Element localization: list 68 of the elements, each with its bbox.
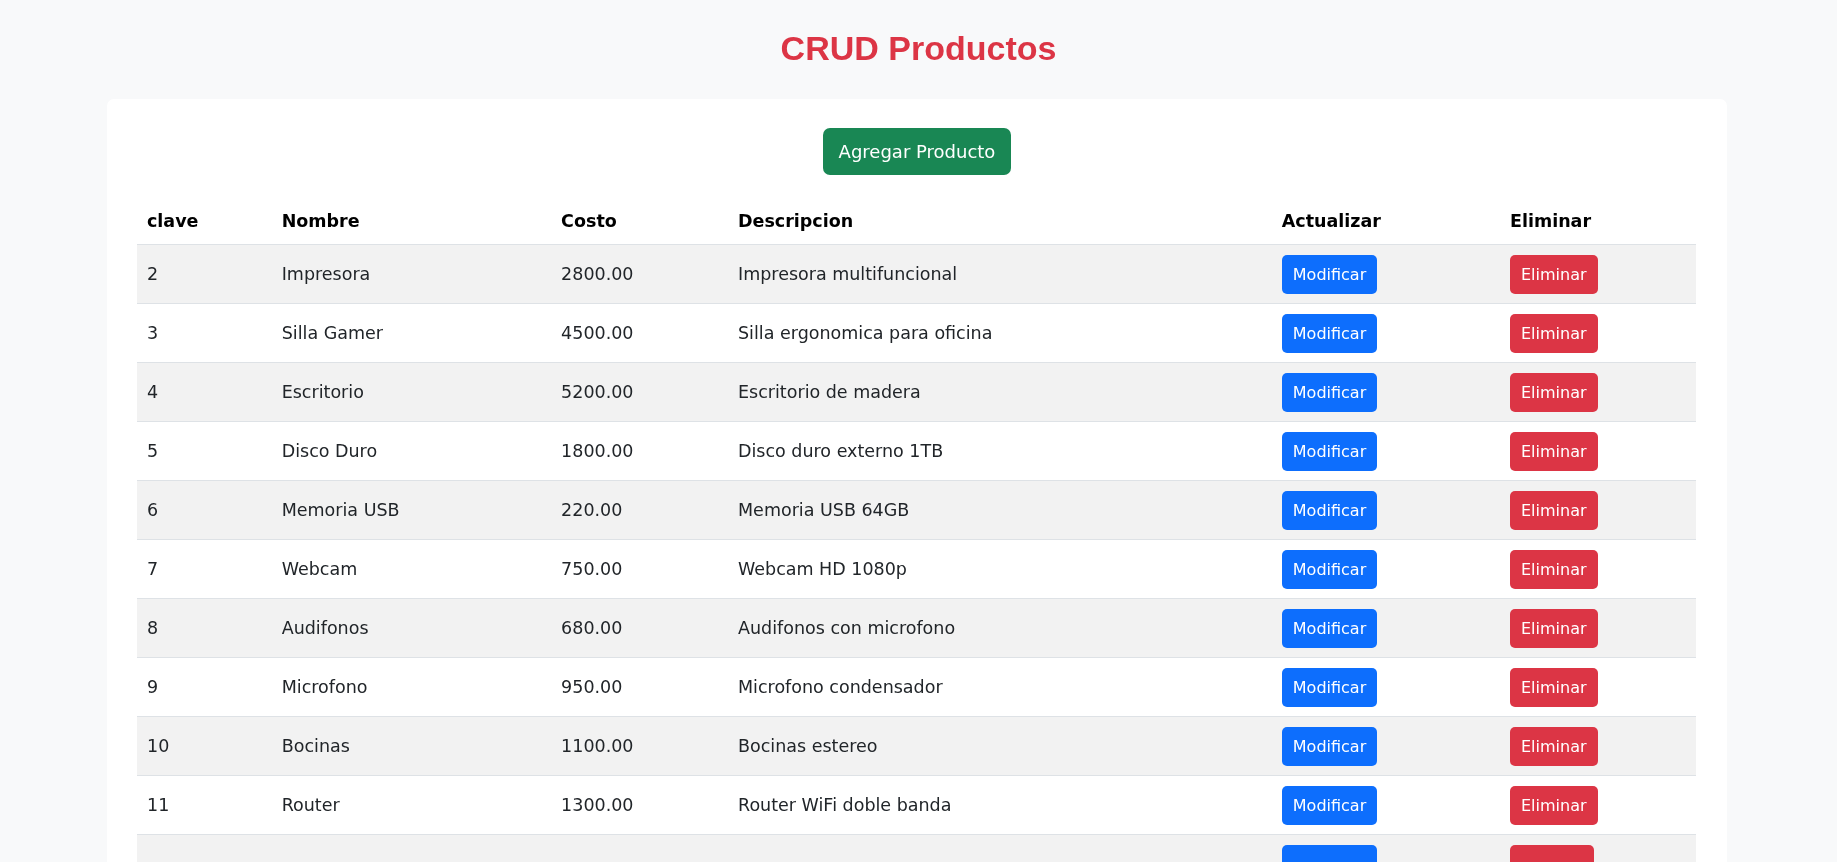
table-cell: Escritorio de madera [728,362,1272,422]
modify-button[interactable]: Modificar [1281,431,1378,471]
table-cell: 4 [137,362,272,422]
table-cell: Router WiFi doble banda [728,775,1272,835]
table-cell: Silla Gamer [271,303,552,363]
table-cell: Impresora [271,244,552,304]
column-header: Nombre [271,197,552,245]
table-cell: Impresora multifuncional [728,244,1272,304]
table-cell: Webcam [271,539,552,599]
table-cell: 220.00 [551,480,728,540]
modify-button[interactable]: Modificar [1281,608,1378,648]
table-cell: Bocinas [271,716,552,776]
table-cell: 3 [137,303,272,363]
table-cell: 2800.00 [551,244,728,304]
column-header: Actualizar [1271,197,1500,245]
table-cell: Bocinas estereo [728,716,1272,776]
table-cell: Disco Duro [271,421,552,481]
delete-button[interactable]: Eliminar [1509,372,1598,412]
table-cell: 11 [137,775,272,835]
table-cell: Memoria USB 64GB [728,480,1272,540]
delete-button[interactable]: Eliminar [1509,667,1598,707]
table-cell: Disco duro externo 1TB [728,421,1272,481]
table-cell: 950.00 [551,657,728,717]
table-cell: Router [271,775,552,835]
table-cell: Microfono condensador [728,657,1272,717]
delete-button[interactable]: Eliminar [1509,785,1598,825]
page-title: CRUD Productos [779,28,1058,69]
delete-button[interactable]: Eliminar [1509,313,1598,353]
table-cell: 750.00 [551,539,728,599]
table-cell: 5 [137,421,272,481]
table-cell: 1300.00 [551,775,728,835]
table-cell: Audifonos con microfono [728,598,1272,658]
table-cell: Audifonos [271,598,552,658]
modify-button[interactable]: Modificar [1281,726,1378,766]
table-cell: Memoria USB [271,480,552,540]
column-header: clave [137,197,272,245]
table-cell: Silla ergonomica para oficina [728,303,1272,363]
modify-button[interactable]: Modificar [1281,254,1378,294]
table-cell: 6 [137,480,272,540]
delete-button[interactable]: Eliminar [1509,608,1598,648]
modify-button[interactable]: Modificar [1281,372,1378,412]
delete-button[interactable]: Eliminar [1509,549,1598,589]
table-cell: 5200.00 [551,362,728,422]
table-cell: 680.00 [551,598,728,658]
table-cell: Webcam HD 1080p [728,539,1272,599]
delete-button[interactable]: Eliminar [1509,431,1598,471]
table-cell: 10 [137,716,272,776]
delete-button[interactable]: Eliminar [1509,490,1598,530]
table-cell: 4500.00 [551,303,728,363]
table-cell: 7 [137,539,272,599]
modify-button[interactable]: Modificar [1281,490,1378,530]
column-header: Costo [551,197,728,245]
table-cell: Microfono [271,657,552,717]
table-cell: 2 [137,244,272,304]
table-cell: 1800.00 [551,421,728,481]
table-cell: 9 [137,657,272,717]
modify-button[interactable]: Modificar [1281,785,1378,825]
column-header: Eliminar [1499,197,1696,245]
table-cell: 1100.00 [551,716,728,776]
table-cell: 8 [137,598,272,658]
add-product-button[interactable]: Agregar Producto [822,128,1012,175]
modify-button[interactable]: Modificar [1281,667,1378,707]
delete-button[interactable]: Eliminar [1509,254,1598,294]
modify-button[interactable]: Modificar [1281,313,1378,353]
column-header: Descripcion [728,197,1272,245]
delete-button[interactable]: Eliminar [1509,726,1598,766]
table-cell: Escritorio [271,362,552,422]
modify-button[interactable]: Modificar [1281,549,1378,589]
